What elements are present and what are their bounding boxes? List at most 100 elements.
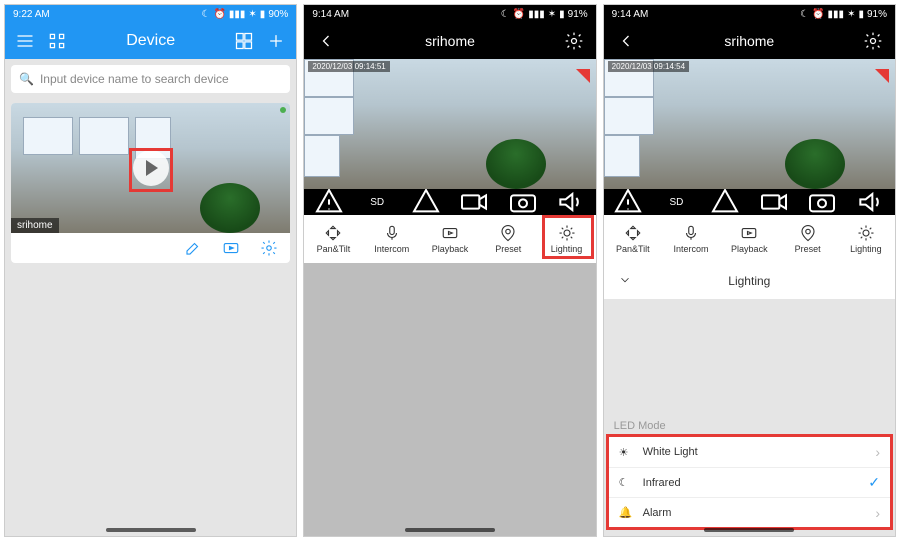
status-time: 9:22 AM — [13, 9, 50, 20]
signal-icon: ▮▮▮ — [828, 9, 845, 20]
header-title: Device — [126, 32, 175, 50]
battery-pct: 91% — [568, 9, 588, 20]
sun-icon: ☀ — [619, 446, 635, 459]
check-icon: ✓ — [868, 474, 880, 491]
alert-icon[interactable] — [612, 186, 644, 218]
tool-pantilt[interactable]: Pan&Tilt — [304, 215, 362, 263]
screen-lighting-panel: 9:14 AM ☾ ⏰ ▮▮▮ ✶ ▮ 91% srihome 2020/12/… — [603, 4, 896, 537]
live-video-area: 2020/12/03 09:14:51 SD — [304, 59, 595, 215]
tool-preset[interactable]: Preset — [479, 215, 537, 263]
snapshot-icon[interactable] — [806, 186, 838, 218]
alert-icon[interactable] — [313, 186, 345, 218]
alarm-icon: ⏰ — [513, 9, 525, 20]
snapshot-icon[interactable] — [507, 186, 539, 218]
tool-intercom[interactable]: Intercom — [363, 215, 421, 263]
header-title: srihome — [425, 33, 475, 49]
device-actions — [11, 233, 290, 263]
status-time: 9:14 AM — [312, 9, 349, 20]
grid-icon[interactable] — [234, 31, 254, 51]
scan-icon[interactable] — [47, 31, 67, 51]
tool-playback[interactable]: Playback — [421, 215, 479, 263]
bell-icon: 🔔 — [619, 506, 635, 519]
battery-pct: 90% — [268, 9, 288, 20]
signal-icon: ▮▮▮ — [528, 9, 545, 20]
home-indicator — [704, 528, 794, 532]
record-icon[interactable] — [758, 186, 790, 218]
online-dot — [280, 107, 286, 113]
led-mode-white-light[interactable]: ☀ White Light › — [609, 437, 890, 467]
device-search[interactable]: 🔍 Input device name to search device — [11, 65, 290, 93]
menu-icon[interactable] — [15, 31, 35, 51]
alert2-icon[interactable] — [410, 186, 442, 218]
battery-icon: ▮ — [559, 9, 565, 20]
live-header: srihome — [604, 23, 895, 59]
alert2-icon[interactable] — [709, 186, 741, 218]
live-video-area: 2020/12/03 09:14:54 SD — [604, 59, 895, 215]
sound-icon[interactable] — [855, 186, 887, 218]
quality-button[interactable]: SD — [660, 197, 692, 208]
status-bar: 9:22 AM ☾ ⏰ ▮▮▮ ✶ ▮ 90% — [5, 5, 296, 23]
search-placeholder: Input device name to search device — [40, 72, 229, 86]
battery-pct: 91% — [867, 9, 887, 20]
edit-icon[interactable] — [184, 239, 202, 257]
lighting-panel-title: Lighting — [604, 274, 895, 288]
back-button[interactable] — [316, 31, 336, 51]
led-mode-infrared[interactable]: ☾ Infrared ✓ — [609, 467, 890, 497]
settings-button[interactable] — [564, 31, 584, 51]
screen-device-list: 9:22 AM ☾ ⏰ ▮▮▮ ✶ ▮ 90% Device 🔍 Input d… — [4, 4, 297, 537]
status-bar: 9:14 AM ☾ ⏰ ▮▮▮ ✶ ▮ 91% — [304, 5, 595, 23]
home-indicator — [106, 528, 196, 532]
live-header: srihome — [304, 23, 595, 59]
header-title: srihome — [724, 33, 774, 49]
tool-playback[interactable]: Playback — [720, 215, 778, 263]
tool-intercom[interactable]: Intercom — [662, 215, 720, 263]
status-right: ☾ ⏰ ▮▮▮ ✶ ▮ 90% — [201, 9, 288, 20]
chevron-right-icon: › — [875, 505, 880, 521]
device-card[interactable]: srihome — [11, 103, 290, 263]
moon-icon: ☾ — [800, 9, 809, 20]
add-icon[interactable] — [266, 31, 286, 51]
wifi-icon: ✶ — [548, 9, 556, 20]
alarm-icon: ⏰ — [213, 9, 225, 20]
status-bar: 9:14 AM ☾ ⏰ ▮▮▮ ✶ ▮ 91% — [604, 5, 895, 23]
video-feed[interactable]: 2020/12/03 09:14:54 — [604, 59, 895, 189]
alarm-icon: ⏰ — [812, 9, 824, 20]
highlight-play — [129, 148, 173, 192]
moon-icon: ☾ — [619, 476, 635, 489]
moon-icon: ☾ — [201, 9, 210, 20]
status-time: 9:14 AM — [612, 9, 649, 20]
settings-button[interactable] — [863, 31, 883, 51]
playback-icon[interactable] — [222, 239, 240, 257]
home-indicator — [405, 528, 495, 532]
wifi-icon: ✶ — [847, 9, 855, 20]
video-toolbar: SD — [304, 189, 595, 215]
quality-button[interactable]: SD — [361, 197, 393, 208]
led-mode-list: ☀ White Light › ☾ Infrared ✓ 🔔 Alarm › — [606, 434, 893, 530]
search-icon: 🔍 — [19, 72, 34, 86]
tool-tabs: Pan&Tilt Intercom Playback Preset Lighti… — [604, 215, 895, 263]
chevron-right-icon: › — [875, 444, 880, 460]
timestamp-osd: 2020/12/03 09:14:51 — [308, 61, 389, 72]
moon-icon: ☾ — [501, 9, 510, 20]
highlight-lighting — [542, 215, 594, 259]
video-toolbar: SD — [604, 189, 895, 215]
app-header: Device — [5, 23, 296, 59]
settings-icon[interactable] — [260, 239, 278, 257]
battery-icon: ▮ — [260, 9, 266, 20]
tool-pantilt[interactable]: Pan&Tilt — [604, 215, 662, 263]
tool-preset[interactable]: Preset — [778, 215, 836, 263]
tool-lighting[interactable]: Lighting — [837, 215, 895, 263]
device-preview[interactable]: srihome — [11, 103, 290, 233]
led-mode-section-label: LED Mode — [604, 416, 895, 434]
back-button[interactable] — [616, 31, 636, 51]
sound-icon[interactable] — [555, 186, 587, 218]
wifi-icon: ✶ — [248, 9, 256, 20]
battery-icon: ▮ — [858, 9, 864, 20]
tool-tabs: Pan&Tilt Intercom Playback Preset Lighti… — [304, 215, 595, 263]
record-icon[interactable] — [458, 186, 490, 218]
video-feed[interactable]: 2020/12/03 09:14:51 — [304, 59, 595, 189]
led-mode-alarm[interactable]: 🔔 Alarm › — [609, 497, 890, 527]
device-name-label: srihome — [11, 218, 59, 233]
signal-icon: ▮▮▮ — [229, 9, 246, 20]
lighting-panel-header[interactable]: Lighting — [604, 263, 895, 299]
